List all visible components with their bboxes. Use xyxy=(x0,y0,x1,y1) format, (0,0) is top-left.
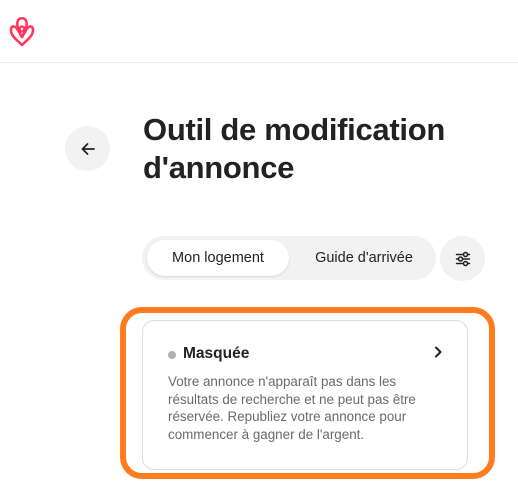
status-dot xyxy=(168,351,176,359)
back-button[interactable] xyxy=(65,126,110,171)
page: Outil de modification d'annonce Mon loge… xyxy=(0,0,518,481)
page-title: Outil de modification d'annonce xyxy=(143,112,445,185)
arrow-left-icon xyxy=(81,142,95,155)
status-description: Votre annonce n'apparaît pas dans les ré… xyxy=(168,374,416,442)
tab-switcher: Mon logement Guide d'arrivée xyxy=(142,236,436,280)
chevron-right-icon xyxy=(435,346,442,358)
top-header xyxy=(0,0,518,63)
status-title: Masquée xyxy=(183,345,250,362)
airbnb-logo-icon[interactable] xyxy=(6,14,38,48)
tab-guide-arrivee[interactable]: Guide d'arrivée xyxy=(296,240,432,276)
listing-status-card[interactable]: Masquée Votre annonce n'apparaît pas dan… xyxy=(142,320,468,470)
sliders-icon xyxy=(455,251,470,266)
tab-mon-logement[interactable]: Mon logement xyxy=(147,240,289,276)
filter-button[interactable] xyxy=(440,236,485,281)
